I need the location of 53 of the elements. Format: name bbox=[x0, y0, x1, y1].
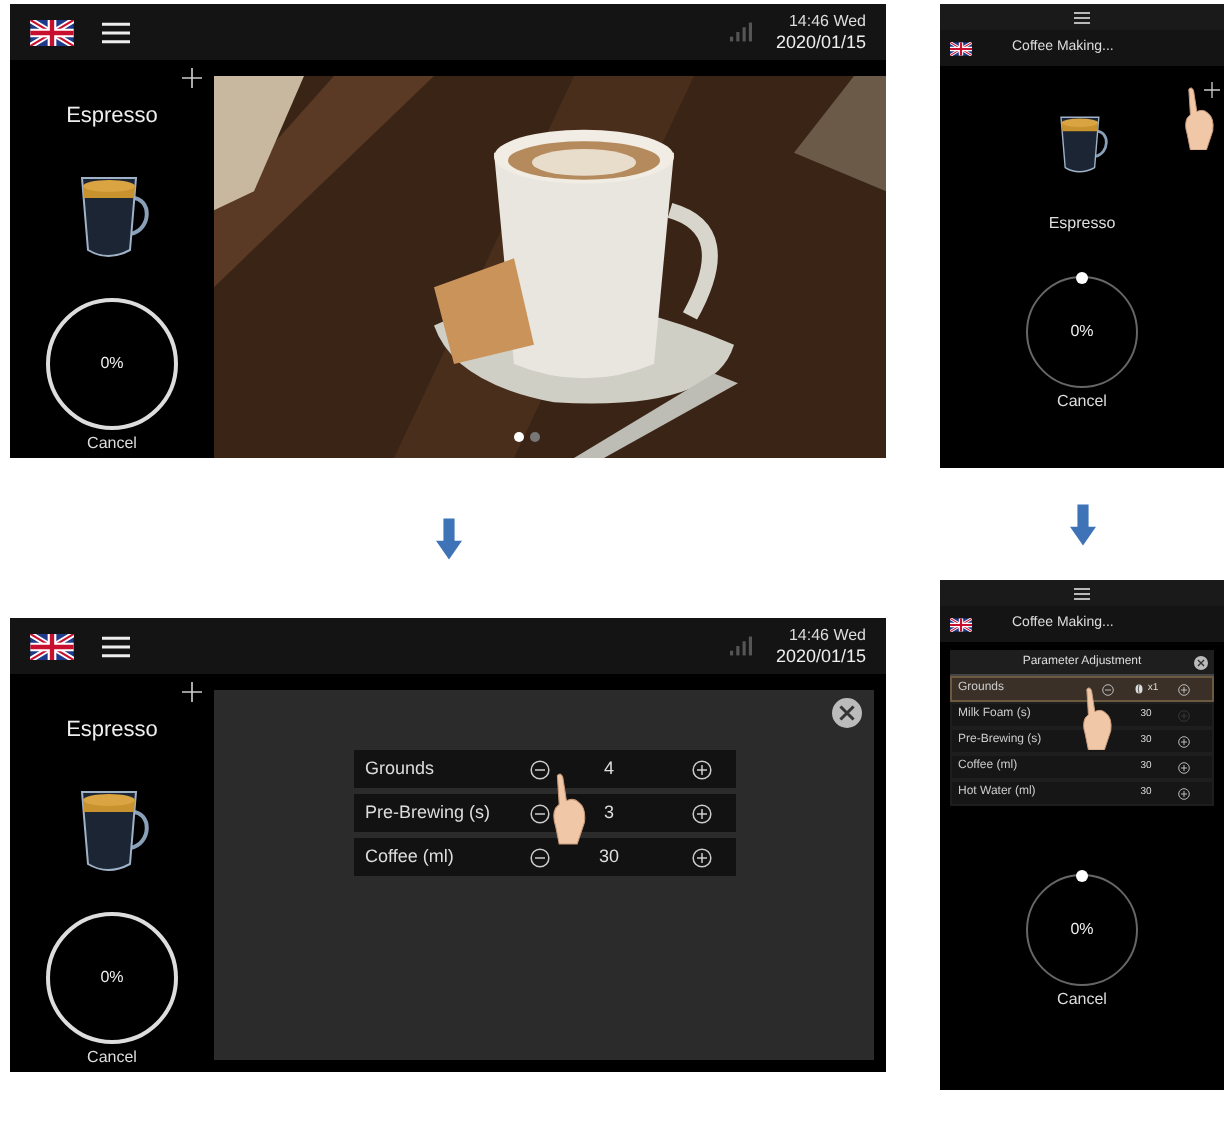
close-icon[interactable] bbox=[832, 698, 862, 728]
plus-icon[interactable] bbox=[691, 759, 711, 779]
parameter-label: Grounds bbox=[365, 755, 437, 782]
signal-icon bbox=[729, 636, 752, 656]
progress-text: 0% bbox=[1070, 918, 1094, 942]
minus-icon[interactable] bbox=[529, 847, 549, 867]
plus-icon[interactable] bbox=[691, 803, 711, 823]
parameter-value: 3 bbox=[601, 799, 616, 826]
down-arrow-icon bbox=[435, 517, 461, 559]
progress-text: 0% bbox=[100, 352, 124, 376]
plus-icon[interactable] bbox=[1178, 761, 1190, 773]
flag-icon[interactable] bbox=[950, 41, 972, 55]
pointing-hand-icon bbox=[551, 770, 587, 846]
minus-icon[interactable] bbox=[529, 759, 549, 779]
signal-icon bbox=[729, 22, 752, 42]
cancel-button[interactable]: Cancel bbox=[87, 434, 137, 454]
cancel-button[interactable]: Cancel bbox=[87, 1048, 137, 1068]
date-text: 2020/01/15 bbox=[775, 31, 866, 53]
pointing-hand-icon bbox=[1184, 86, 1216, 150]
plus-icon[interactable] bbox=[1178, 787, 1190, 799]
plus-icon[interactable] bbox=[1178, 735, 1190, 747]
pointing-hand-icon bbox=[1082, 686, 1114, 750]
parameter-value: 4 bbox=[601, 755, 616, 782]
parameter-label: Pre-Brewing (s) bbox=[365, 799, 493, 826]
time-text: 14:46 Wed bbox=[788, 625, 866, 645]
flag-icon[interactable] bbox=[30, 633, 74, 659]
cancel-button[interactable]: Cancel bbox=[1057, 990, 1107, 1010]
time-text: 14:46 Wed bbox=[788, 11, 866, 31]
progress-text: 0% bbox=[100, 966, 124, 990]
drink-name: Espresso bbox=[66, 716, 158, 746]
close-icon[interactable] bbox=[1194, 656, 1208, 670]
down-arrow-icon bbox=[1069, 503, 1095, 545]
menu-icon[interactable] bbox=[102, 21, 130, 43]
plus-icon[interactable] bbox=[1178, 683, 1190, 695]
cancel-button[interactable]: Cancel bbox=[1057, 392, 1107, 412]
menu-icon[interactable] bbox=[102, 635, 130, 657]
progress-text: 0% bbox=[1070, 320, 1094, 344]
plus-icon[interactable] bbox=[182, 682, 202, 702]
minus-icon[interactable] bbox=[1102, 683, 1114, 695]
menu-icon[interactable] bbox=[1074, 587, 1090, 599]
flag-icon[interactable] bbox=[950, 617, 972, 631]
parameter-label: Coffee (ml) bbox=[365, 843, 456, 870]
minus-icon[interactable] bbox=[529, 803, 549, 823]
plus-icon[interactable] bbox=[182, 68, 202, 88]
plus-icon[interactable] bbox=[1204, 82, 1220, 98]
menu-icon[interactable] bbox=[1074, 11, 1090, 23]
drink-name: Espresso bbox=[1048, 212, 1116, 236]
plus-icon[interactable] bbox=[691, 847, 711, 867]
flag-icon[interactable] bbox=[30, 19, 74, 45]
bean-icon bbox=[1133, 684, 1144, 694]
parameter-value: 30 bbox=[596, 843, 621, 870]
drink-name: Espresso bbox=[66, 102, 158, 132]
date-text: 2020/01/15 bbox=[775, 645, 866, 667]
